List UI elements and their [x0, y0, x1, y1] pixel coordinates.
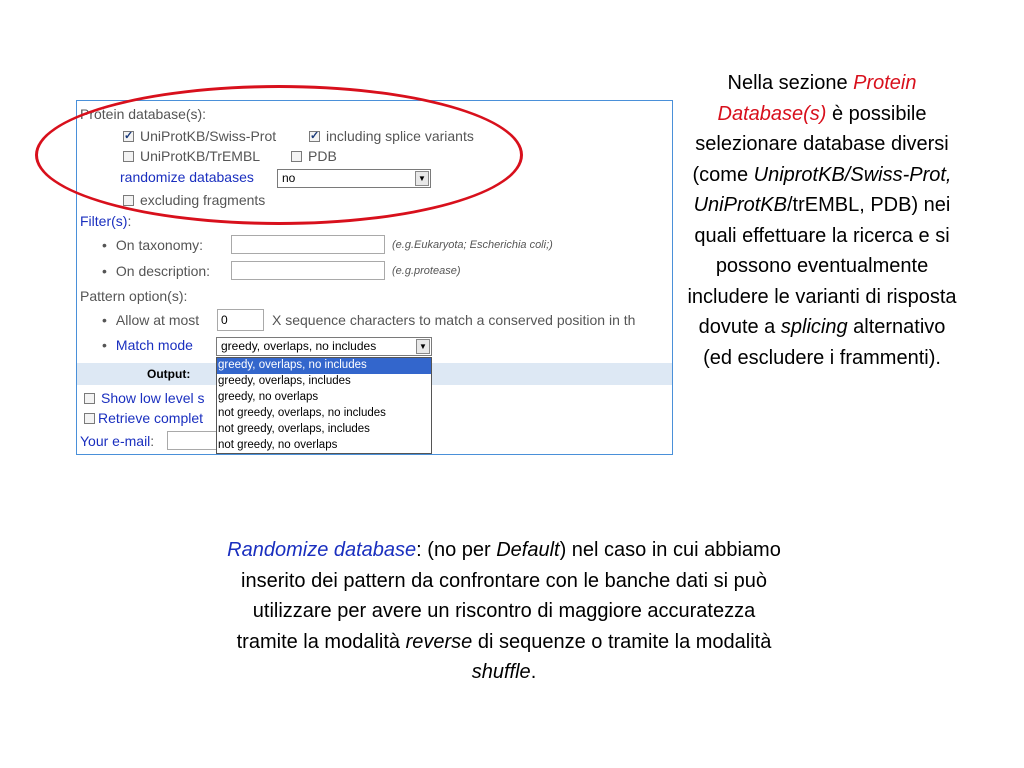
match-mode-option[interactable]: not greedy, no overlaps: [217, 438, 431, 454]
match-mode-option[interactable]: greedy, overlaps, no includes: [217, 358, 431, 374]
taxonomy-input[interactable]: [231, 235, 385, 254]
side-explanation: Nella sezione Protein Database(s) è poss…: [686, 68, 958, 373]
retrieve-label: Retrieve complet: [98, 410, 204, 426]
bottom-text-8: .: [530, 661, 537, 683]
bottom-explanation: Randomize database: (no per Default) nel…: [222, 535, 786, 688]
taxonomy-label-text: On taxonomy:: [115, 237, 204, 253]
match-mode-option[interactable]: greedy, overlaps, includes: [217, 374, 431, 390]
match-mode-option[interactable]: greedy, no overlaps: [217, 390, 431, 406]
bottom-text-default: Default: [496, 539, 560, 561]
show-low-option[interactable]: Show low level s: [84, 389, 205, 407]
filters-heading: Filter(s):: [80, 212, 131, 230]
allow-input[interactable]: 0: [217, 309, 264, 331]
chevron-down-icon[interactable]: ▼: [416, 339, 430, 354]
show-low-checkbox[interactable]: [84, 393, 95, 404]
email-colon: :: [150, 433, 155, 449]
email-label: Your e-mail: [80, 433, 151, 449]
retrieve-checkbox[interactable]: [84, 413, 95, 424]
side-text-splicing: splicing: [780, 316, 848, 338]
description-label: On description:: [102, 262, 210, 280]
description-label-text: On description:: [115, 263, 211, 279]
match-mode-label: Match mode: [102, 336, 193, 354]
side-text-1: Nella sezione: [727, 72, 854, 94]
bottom-text-6: di sequenze o tramite la modalità: [472, 630, 772, 653]
allow-suffix: X sequence characters to match a conserv…: [272, 312, 636, 328]
taxonomy-label: On taxonomy:: [102, 236, 203, 254]
match-mode-label-text: Match mode: [115, 337, 193, 353]
match-mode-option[interactable]: not greedy, overlaps, no includes: [217, 406, 431, 422]
filters-label: Filter(s): [80, 213, 128, 229]
show-low-label: Show low level s: [101, 390, 205, 406]
match-mode-select[interactable]: greedy, overlaps, no includes ▼: [216, 337, 432, 356]
match-mode-dropdown[interactable]: greedy, overlaps, no includes greedy, ov…: [216, 357, 432, 454]
bottom-text-2: : (no per: [416, 539, 497, 561]
taxonomy-hint: (e.g.Eukaryota; Escherichia coli;): [392, 239, 553, 251]
allow-label-text: Allow at most: [115, 312, 200, 328]
red-annotation-ellipse: [35, 85, 523, 225]
bottom-text-shuffle: shuffle: [471, 661, 531, 683]
filters-colon: :: [127, 213, 132, 229]
retrieve-option[interactable]: Retrieve complet: [84, 409, 203, 427]
match-mode-option[interactable]: not greedy, overlaps, includes: [217, 422, 431, 438]
bottom-text-reverse: reverse: [405, 630, 473, 653]
output-label: Output:: [147, 367, 191, 381]
allow-label: Allow at most: [102, 311, 199, 329]
description-input[interactable]: [231, 261, 385, 280]
email-heading: Your e-mail:: [80, 432, 154, 450]
bottom-text-highlight: Randomize database: [227, 539, 417, 561]
description-hint: (e.g.protease): [392, 265, 461, 277]
match-mode-value: greedy, overlaps, no includes: [221, 339, 377, 353]
pattern-options-label: Pattern option(s):: [80, 288, 188, 304]
